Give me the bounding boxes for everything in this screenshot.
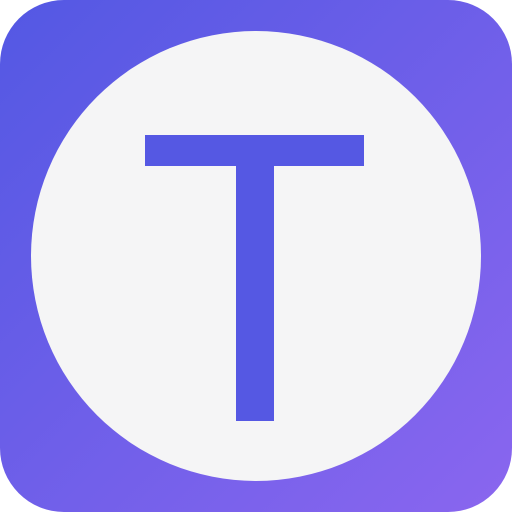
letter-t-stem [236,135,274,421]
letter-t-glyph [145,135,364,421]
app-icon[interactable]: T [0,0,512,512]
